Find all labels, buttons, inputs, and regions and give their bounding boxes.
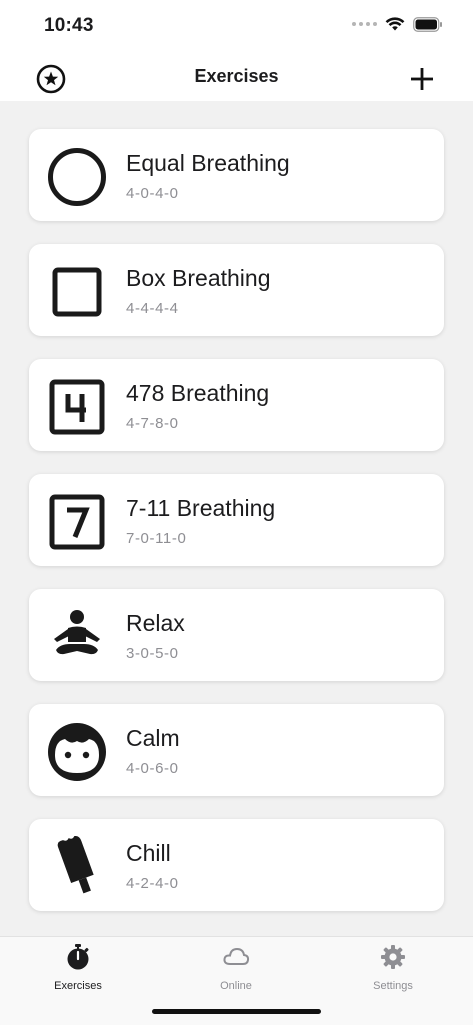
tab-label: Exercises xyxy=(54,980,102,992)
circle-outline-icon xyxy=(46,146,108,208)
add-exercise-button[interactable] xyxy=(409,66,435,92)
home-indicator[interactable] xyxy=(152,1009,321,1014)
exercise-card-relax[interactable]: Relax 3-0-5-0 xyxy=(29,589,444,681)
exercise-pattern: 7-0-11-0 xyxy=(126,530,187,547)
tab-online[interactable]: Online xyxy=(176,943,296,992)
exercise-pattern: 3-0-5-0 xyxy=(126,645,179,662)
exercise-pattern: 4-4-4-4 xyxy=(126,300,179,317)
cloud-icon xyxy=(223,947,250,965)
exercise-title: Relax xyxy=(126,610,185,636)
ice-pop-icon xyxy=(46,836,108,898)
exercise-title: 7-11 Breathing xyxy=(126,495,276,521)
battery-icon xyxy=(413,16,442,32)
exercise-pattern: 4-0-4-0 xyxy=(126,185,179,202)
gear-icon xyxy=(381,945,405,969)
number-seven-box-icon xyxy=(46,491,108,553)
exercise-card-7-11-breathing[interactable]: 7-11 Breathing 7-0-11-0 xyxy=(29,474,444,566)
tab-label: Online xyxy=(220,980,252,992)
exercise-card-chill[interactable]: Chill 4-2-4-0 xyxy=(29,819,444,911)
status-time: 10:43 xyxy=(44,15,94,36)
exercise-title: Calm xyxy=(126,725,180,751)
wifi-icon xyxy=(385,17,405,31)
exercise-card-box-breathing[interactable]: Box Breathing 4-4-4-4 xyxy=(29,244,444,336)
exercise-pattern: 4-0-6-0 xyxy=(126,760,179,777)
exercise-card-equal-breathing[interactable]: Equal Breathing 4-0-4-0 xyxy=(29,129,444,221)
page-title: Exercises xyxy=(194,66,279,86)
exercise-title: 478 Breathing xyxy=(126,380,270,406)
exercise-title: Equal Breathing xyxy=(126,150,290,176)
status-icons xyxy=(352,16,443,32)
plus-icon xyxy=(411,68,433,90)
cellular-signal-icon xyxy=(352,22,377,26)
tab-exercises[interactable]: Exercises xyxy=(18,943,138,992)
exercise-card-478-breathing[interactable]: 478 Breathing 4-7-8-0 xyxy=(29,359,444,451)
face-icon xyxy=(46,721,108,783)
exercise-pattern: 4-7-8-0 xyxy=(126,415,179,432)
exercise-list: Equal Breathing 4-0-4-0 Box Breathing 4-… xyxy=(29,129,444,934)
exercise-pattern: 4-2-4-0 xyxy=(126,875,179,892)
tab-settings[interactable]: Settings xyxy=(333,943,453,992)
stopwatch-icon xyxy=(67,944,89,970)
tab-label: Settings xyxy=(373,980,413,992)
number-four-box-icon xyxy=(46,376,108,438)
exercise-card-calm[interactable]: Calm 4-0-6-0 xyxy=(29,704,444,796)
meditation-icon xyxy=(46,606,108,668)
exercise-title: Box Breathing xyxy=(126,265,271,291)
navigation-bar: Exercises xyxy=(0,52,473,101)
exercise-title: Chill xyxy=(126,840,171,866)
status-bar: 10:43 xyxy=(0,0,473,52)
square-outline-icon xyxy=(46,261,108,323)
